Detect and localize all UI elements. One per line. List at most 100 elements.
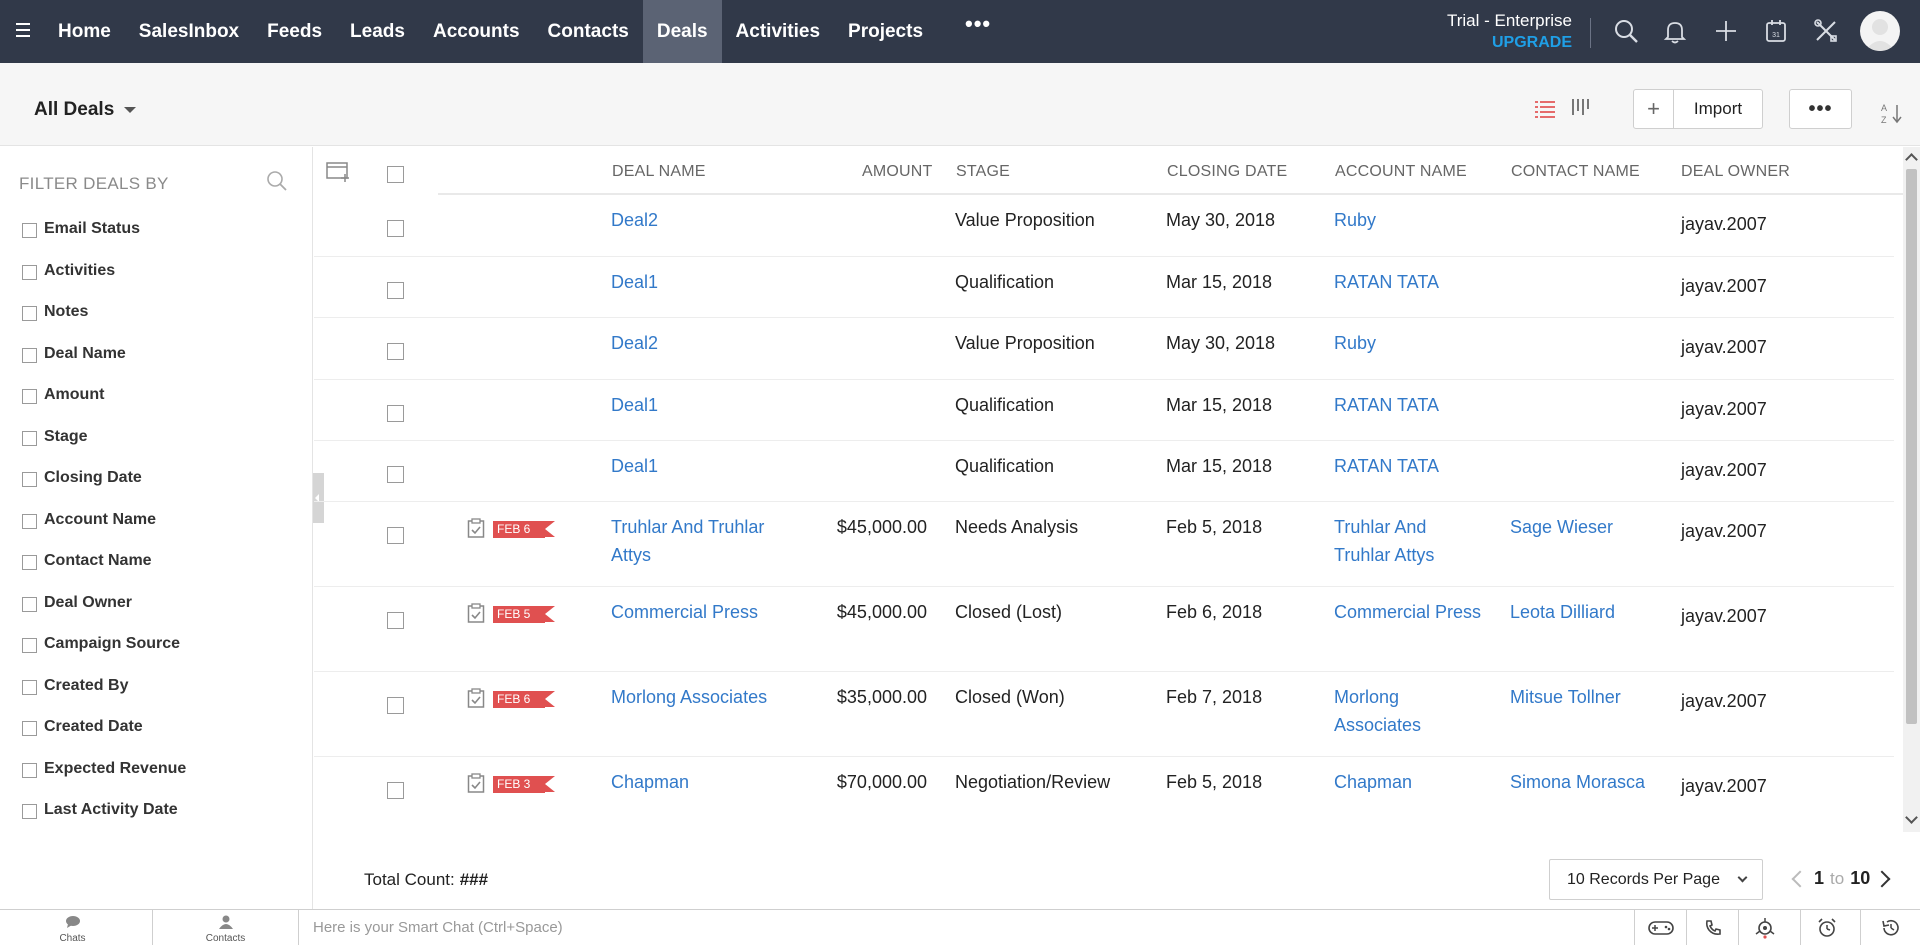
table-row[interactable]: FEB 6 Morlong Associates $35,000.00 Closed … <box>314 672 1894 757</box>
nav-tab-feeds[interactable]: Feeds <box>253 0 336 63</box>
sort-az-icon[interactable]: AZ <box>1880 101 1904 125</box>
cell-contact-name[interactable]: Simona Morasca <box>1510 768 1670 796</box>
contacts-tab[interactable]: Contacts <box>152 910 298 945</box>
filter-item-email-status[interactable]: Email Status <box>22 220 186 262</box>
filter-checkbox[interactable] <box>22 679 37 695</box>
smart-chat-input[interactable]: Here is your Smart Chat (Ctrl+Space) <box>298 910 1634 945</box>
table-row[interactable]: Deal1 Qualification Mar 15, 2018 RATAN TATA… <box>314 257 1894 318</box>
nav-tab-home[interactable]: Home <box>44 0 125 63</box>
header-contact-name[interactable]: CONTACT NAME <box>1511 163 1640 181</box>
nav-tab-accounts[interactable]: Accounts <box>419 0 534 63</box>
row-checkbox[interactable] <box>387 220 404 237</box>
list-view-icon[interactable] <box>1534 98 1556 120</box>
filter-checkbox[interactable] <box>22 389 37 404</box>
row-checkbox[interactable] <box>387 405 404 422</box>
nav-tab-activities[interactable]: Activities <box>722 0 834 63</box>
filter-checkbox[interactable] <box>22 762 37 778</box>
scroll-up-icon[interactable] <box>1905 153 1918 166</box>
cell-account-name[interactable]: Chapman <box>1334 768 1484 796</box>
filter-item-created-by[interactable]: Created By <box>22 677 186 719</box>
cell-deal-name[interactable]: Morlong Associates <box>611 683 771 711</box>
header-closing-date[interactable]: CLOSING DATE <box>1167 163 1287 181</box>
create-deal-button[interactable]: + <box>1634 90 1674 128</box>
alarm-clock-icon[interactable] <box>1800 910 1852 945</box>
cell-contact-name[interactable]: Sage Wieser <box>1510 513 1670 541</box>
hamburger-menu-icon[interactable] <box>16 20 38 40</box>
filter-checkbox[interactable] <box>22 472 37 487</box>
table-row[interactable]: Deal1 Qualification Mar 15, 2018 RATAN TATA… <box>314 441 1894 502</box>
filter-item-last-activity-date[interactable]: Last Activity Date <box>22 801 186 843</box>
cell-account-name[interactable]: Commercial Press <box>1334 598 1484 626</box>
filter-item-closing-date[interactable]: Closing Date <box>22 469 186 511</box>
cell-deal-name[interactable]: Truhlar And Truhlar Attys <box>611 513 771 569</box>
filter-item-notes[interactable]: Notes <box>22 303 186 345</box>
prev-page-icon[interactable] <box>1791 870 1809 887</box>
filter-item-campaign-source[interactable]: Campaign Source <box>22 635 186 677</box>
header-stage[interactable]: STAGE <box>956 163 1010 181</box>
kanban-view-icon[interactable] <box>1570 98 1592 120</box>
select-all-checkbox[interactable] <box>387 166 404 183</box>
filter-item-created-date[interactable]: Created Date <box>22 718 186 760</box>
filter-item-account-name[interactable]: Account Name <box>22 511 186 553</box>
search-icon[interactable] <box>1612 17 1640 45</box>
chats-tab[interactable]: Chats <box>0 910 145 945</box>
cell-contact-name[interactable]: Leota Dilliard <box>1510 598 1670 626</box>
table-row[interactable]: Deal2 Value Proposition May 30, 2018 Ruby ja… <box>314 195 1894 257</box>
more-actions-button[interactable]: ••• <box>1789 89 1852 129</box>
nav-more-button[interactable]: ••• <box>937 0 1019 55</box>
task-due-indicator[interactable]: FEB 6 <box>467 518 557 540</box>
filter-checkbox[interactable] <box>22 264 37 280</box>
filter-item-deal-owner[interactable]: Deal Owner <box>22 594 186 636</box>
nav-tab-salesinbox[interactable]: SalesInbox <box>125 0 253 63</box>
tools-icon[interactable] <box>1812 17 1840 45</box>
table-row[interactable]: Deal2 Value Proposition May 30, 2018 Ruby ja… <box>314 318 1894 380</box>
gamepad-icon[interactable] <box>1634 910 1686 945</box>
row-checkbox[interactable] <box>387 612 404 629</box>
cell-deal-name[interactable]: Deal2 <box>611 206 771 234</box>
row-checkbox[interactable] <box>387 527 404 544</box>
task-due-indicator[interactable]: FEB 5 <box>467 603 557 625</box>
filter-item-expected-revenue[interactable]: Expected Revenue <box>22 760 186 802</box>
filter-item-amount[interactable]: Amount <box>22 386 186 428</box>
search-icon[interactable] <box>265 169 289 193</box>
filter-checkbox[interactable] <box>22 721 37 736</box>
table-row[interactable]: Deal1 Qualification Mar 15, 2018 RATAN TATA… <box>314 380 1894 441</box>
cell-account-name[interactable]: Morlong Associates <box>1334 683 1484 739</box>
header-deal-owner[interactable]: DEAL OWNER <box>1681 163 1790 181</box>
bell-icon[interactable] <box>1661 17 1689 45</box>
filter-checkbox[interactable] <box>22 430 37 446</box>
calendar-icon[interactable]: 31 <box>1762 17 1790 45</box>
filter-item-stage[interactable]: Stage <box>22 428 186 470</box>
header-deal-name[interactable]: DEAL NAME <box>612 163 706 181</box>
filter-checkbox[interactable] <box>22 223 37 238</box>
cell-deal-name[interactable]: Deal2 <box>611 329 771 357</box>
task-due-indicator[interactable]: FEB 6 <box>467 688 557 710</box>
column-settings-icon[interactable] <box>326 161 352 183</box>
filter-checkbox[interactable] <box>22 513 37 529</box>
header-amount[interactable]: AMOUNT <box>862 163 933 181</box>
cell-deal-name[interactable]: Commercial Press <box>611 598 771 626</box>
filter-checkbox[interactable] <box>22 306 37 321</box>
phone-icon[interactable] <box>1686 910 1738 945</box>
history-icon[interactable] <box>1860 910 1920 945</box>
task-due-indicator[interactable]: FEB 3 <box>467 773 557 795</box>
row-checkbox[interactable] <box>387 782 404 799</box>
plus-icon[interactable] <box>1712 17 1740 45</box>
filter-checkbox[interactable] <box>22 804 37 819</box>
nav-tab-deals[interactable]: Deals <box>642 0 722 63</box>
cell-deal-name[interactable]: Chapman <box>611 768 771 796</box>
zia-bot-icon[interactable] <box>1738 910 1790 945</box>
cell-account-name[interactable]: Ruby <box>1334 329 1484 357</box>
row-checkbox[interactable] <box>387 466 404 483</box>
nav-tab-contacts[interactable]: Contacts <box>534 0 643 63</box>
records-per-page-select[interactable]: 10 Records Per Page <box>1549 859 1763 900</box>
row-checkbox[interactable] <box>387 343 404 360</box>
table-row[interactable]: FEB 6 Truhlar And Truhlar Attys $45,000.00… <box>314 502 1894 587</box>
next-page-icon[interactable] <box>1873 870 1891 887</box>
cell-deal-name[interactable]: Deal1 <box>611 391 771 419</box>
filter-checkbox[interactable] <box>22 638 37 653</box>
nav-tab-leads[interactable]: Leads <box>336 0 419 63</box>
cell-contact-name[interactable]: Mitsue Tollner <box>1510 683 1670 711</box>
user-avatar[interactable] <box>1860 11 1900 51</box>
scroll-down-icon[interactable] <box>1905 811 1918 824</box>
